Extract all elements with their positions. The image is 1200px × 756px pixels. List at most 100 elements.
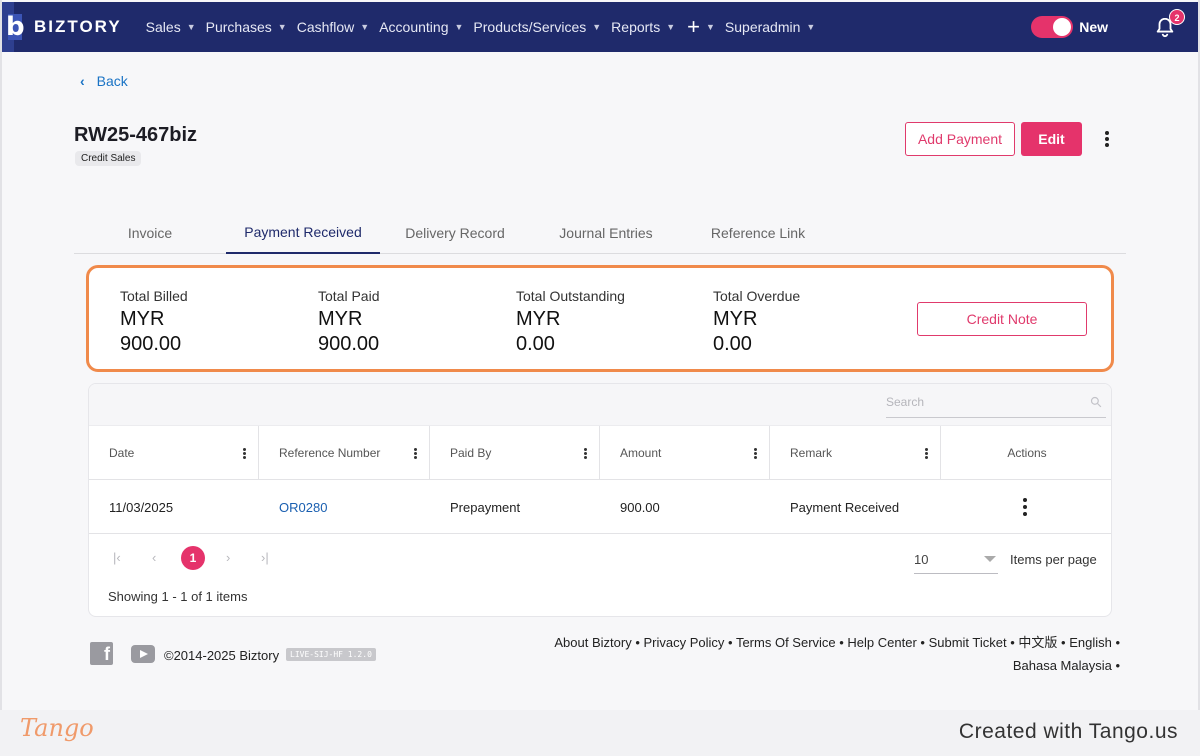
top-navbar: b BIZTORY Sales ▼ Purchases ▼ Cashflow ▼ Ac… [2,2,1198,52]
tab-journal-entries[interactable]: Journal Entries [530,212,682,254]
summary-amount: 0.00 [516,333,555,355]
summary-amount: 900.00 [120,333,182,355]
summary-total-overdue: Total Overdue MYR 0.00 [713,288,800,357]
menu-sales[interactable]: Sales ▼ [146,2,206,52]
edit-button[interactable]: Edit [1021,122,1082,156]
column-menu-icon[interactable] [584,448,587,459]
tab-reference-link[interactable]: Reference Link [682,212,834,254]
summary-currency: MYR [120,308,165,330]
tab-delivery-record[interactable]: Delivery Record [380,212,530,254]
column-menu-icon[interactable] [925,448,928,459]
cell-date: 11/03/2025 [109,499,174,515]
column-label: Remark [790,446,833,460]
menu-label: Sales [145,19,181,35]
column-label: Paid By [450,446,492,460]
back-label: Back [96,73,128,89]
prev-page-icon[interactable]: ‹ [152,550,156,565]
column-label: Amount [620,446,662,460]
footer-links: About Biztory • Privacy Policy • Terms O… [554,635,1120,673]
menu-reports[interactable]: Reports ▼ [611,2,685,52]
menu-products-services[interactable]: Products/Services ▼ [473,2,611,52]
caret-down-icon: ▼ [186,22,196,32]
footer-link-malay[interactable]: Bahasa Malaysia [1013,658,1112,673]
add-payment-button[interactable]: Add Payment [905,122,1015,156]
items-per-page-select[interactable]: 10 [914,544,998,574]
notifications-button[interactable]: 2 [1154,9,1185,39]
column-menu-icon[interactable] [414,448,417,459]
menu-label: Products/Services [473,19,587,35]
social-links: f [90,642,155,665]
back-link[interactable]: ‹ Back [80,73,128,89]
column-label: Reference Number [279,446,381,460]
biztory-logo-icon: b [2,2,30,52]
column-label: Date [109,446,135,460]
cell-amount: 900.00 [620,499,660,515]
summary-total-outstanding: Total Outstanding MYR 0.00 [516,288,625,357]
caret-down-icon: ▼ [592,22,602,32]
table-toolbar: Search [89,384,1111,426]
column-header-amount[interactable]: Amount [600,426,770,480]
new-ui-toggle[interactable] [1031,16,1074,38]
column-header-paid-by[interactable]: Paid By [430,426,600,480]
toggle-knob [1053,18,1072,36]
menu-superadmin[interactable]: Superadmin ▼ [725,2,825,52]
credit-note-button[interactable]: Credit Note [917,302,1087,336]
next-page-icon[interactable]: › [226,550,230,565]
caret-down-icon: ▼ [454,22,464,32]
more-actions-icon[interactable] [1099,127,1115,151]
column-header-date[interactable]: Date [89,426,259,480]
tango-footer: Tango Created with Tango.us [0,710,1200,756]
page-number-current[interactable]: 1 [181,546,205,570]
caret-down-icon: ▼ [806,22,816,32]
tab-payment-received[interactable]: Payment Received [226,212,380,254]
pagination: |‹ ‹ 1 › ›| 10 Items per page [89,542,1111,576]
chevron-left-icon: ‹ [80,73,85,89]
dropdown-arrow-icon [984,556,996,562]
footer-link-privacy[interactable]: Privacy Policy [643,635,724,650]
search-icon [1090,396,1102,408]
summary-currency: MYR [713,308,758,330]
menu-accounting[interactable]: Accounting ▼ [379,2,473,52]
nav-right: New 2 [1031,2,1198,52]
summary-total-billed: Total Billed MYR 900.00 [120,288,188,357]
summary-currency: MYR [318,308,363,330]
tango-credit: Created with Tango.us [958,720,1178,743]
caret-down-icon: ▼ [705,22,715,32]
column-header-remark[interactable]: Remark [770,426,941,480]
menu-label: Reports [611,19,661,35]
footer-link-terms[interactable]: Terms Of Service [736,635,836,650]
column-header-actions: Actions [941,426,1111,480]
cell-reference-link[interactable]: OR0280 [259,480,327,534]
items-per-page-value: 10 [914,552,929,567]
search-input[interactable]: Search [886,392,1106,418]
first-page-icon[interactable]: |‹ [113,550,121,565]
footer-link-submit-ticket[interactable]: Submit Ticket [929,635,1007,650]
menu-cashflow[interactable]: Cashflow ▼ [297,2,380,52]
cell-remark: Payment Received [790,499,900,515]
summary-label: Total Outstanding [516,288,625,304]
menu-purchases[interactable]: Purchases ▼ [206,2,297,52]
biztory-logo[interactable]: b BIZTORY [2,2,122,52]
row-actions-icon[interactable] [1022,498,1028,516]
column-menu-icon[interactable] [243,448,246,459]
caret-down-icon: ▼ [277,22,287,32]
column-menu-icon[interactable] [754,448,757,459]
menu-quick-add[interactable]: + ▼ [685,2,725,52]
facebook-icon[interactable]: f [90,642,113,665]
footer-link-help[interactable]: Help Center [847,635,916,650]
tab-invoice[interactable]: Invoice [74,212,226,254]
youtube-icon[interactable] [131,644,155,663]
footer-link-english[interactable]: English [1069,635,1112,650]
summary-amount: 0.00 [713,333,752,355]
last-page-icon[interactable]: ›| [261,550,269,565]
footer-link-chinese[interactable]: 中文版 [1018,635,1057,650]
brand-name: BIZTORY [34,17,122,36]
cell-paid-by: Prepayment [450,499,521,515]
document-type-chip: Credit Sales [75,151,142,166]
menu-label: Superadmin [724,19,801,35]
payment-summary: Total Billed MYR 900.00 Total Paid MYR 9… [86,265,1114,372]
menu-label: Purchases [205,19,272,35]
summary-currency: MYR [516,308,561,330]
column-header-reference[interactable]: Reference Number [259,426,430,480]
footer-link-about[interactable]: About Biztory [554,635,631,650]
